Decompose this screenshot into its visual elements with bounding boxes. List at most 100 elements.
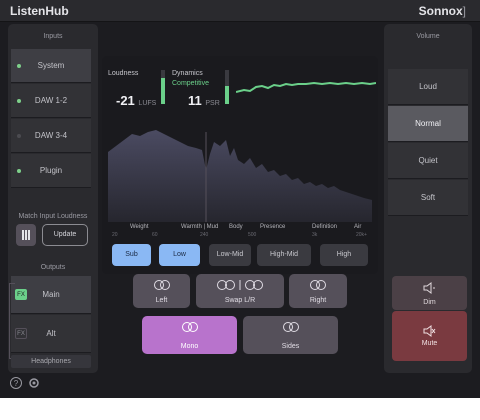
filter-high-mid-button[interactable]: High-Mid [257, 244, 311, 266]
filter-label: Low-Mid [216, 251, 244, 258]
spectrum-graph [108, 130, 372, 222]
volume-option-label: Normal [415, 118, 441, 128]
sides-icon [282, 322, 299, 332]
frequency-tick-label: 60 [152, 232, 158, 238]
frequency-tick-label: 500 [248, 232, 257, 238]
dynamics-readout: 11 PSR [188, 93, 220, 108]
mono-button[interactable]: Mono [142, 316, 237, 354]
svg-text:?: ? [14, 379, 19, 388]
filter-high-button[interactable]: High [320, 244, 368, 266]
dynamics-meter [225, 70, 229, 104]
output-bracket [9, 283, 15, 359]
dynamics-status: Competitive [172, 80, 209, 87]
settings-button[interactable] [27, 376, 41, 390]
filter-low-mid-button[interactable]: Low-Mid [209, 244, 251, 266]
help-icon: ? [10, 377, 22, 389]
volume-loud[interactable]: Loud [388, 69, 468, 105]
volume-soft[interactable]: Soft [388, 180, 468, 216]
title-bar: ListenHub Sonnox] [0, 0, 480, 22]
input-label: DAW 3-4 [34, 130, 68, 140]
inputs-label: Inputs [43, 33, 63, 40]
mute-button[interactable]: Mute [392, 311, 467, 361]
dynamics-unit: PSR [205, 100, 220, 107]
dynamics-history-line [236, 81, 376, 93]
speaker-mute-icon [423, 325, 436, 337]
volume-label: Volume [416, 33, 440, 40]
update-button[interactable]: Update [42, 224, 88, 246]
volume-option-label: Soft [420, 192, 436, 202]
filter-low-button[interactable]: Low [159, 244, 200, 266]
loudness-readout: -21 LUFS [116, 93, 156, 108]
bars-icon [22, 230, 30, 240]
dynamics-meter-fill [225, 86, 229, 104]
input-plugin[interactable]: Plugin [11, 154, 91, 188]
volume-quiet[interactable]: Quiet [388, 143, 468, 179]
band-label: Air [354, 224, 362, 230]
help-button[interactable]: ? [9, 376, 23, 390]
spectrum-area [108, 130, 372, 222]
output-label: Main [42, 289, 60, 299]
band-label: Definition [312, 224, 338, 230]
brand-logo: Sonnox] [419, 4, 466, 18]
update-label: Update [53, 231, 77, 238]
frequency-tick-label: 3k [312, 232, 318, 238]
frequency-tick-label: 240 [200, 232, 209, 238]
loudness-label: Loudness [108, 70, 139, 77]
swap-lr-label: Swap L/R [224, 297, 256, 304]
mono-label: Mono [180, 343, 199, 350]
filter-label: High-Mid [269, 251, 298, 258]
band-label: Presence [260, 224, 286, 230]
loudness-meter-fill [161, 78, 165, 104]
band-label: Warmth | Mud [181, 224, 219, 230]
loudness-value: -21 [116, 93, 135, 108]
filter-row: Sub Low Low-Mid High-Mid High [112, 244, 372, 266]
input-system[interactable]: System [11, 49, 91, 83]
input-label: DAW 1-2 [34, 95, 68, 105]
volume-option-label: Loud [419, 81, 437, 91]
frequency-tick-label: 20k+ [356, 232, 367, 238]
input-daw-1-2[interactable]: DAW 1-2 [11, 84, 91, 118]
loudness-meter-button[interactable] [16, 224, 36, 246]
loudness-unit: LUFS [138, 100, 157, 107]
volume-normal[interactable]: Normal [388, 106, 468, 142]
input-label: Plugin [39, 165, 63, 175]
speakers-icon [310, 280, 326, 290]
filter-label: Sub [125, 251, 138, 258]
left-label: Left [155, 297, 168, 304]
frequency-tick-label: 20 [112, 232, 118, 238]
output-alt[interactable]: FX Alt [11, 315, 91, 353]
mute-label: Mute [421, 340, 438, 347]
sides-button[interactable]: Sides [243, 316, 338, 354]
filter-label: High [336, 251, 352, 258]
mono-icon [181, 322, 198, 332]
output-label: Alt [46, 328, 56, 338]
input-daw-3-4[interactable]: DAW 3-4 [11, 119, 91, 153]
dim-label: Dim [423, 299, 436, 306]
right-button[interactable]: Right [289, 274, 347, 308]
match-loudness-label: Match Input Loudness [18, 213, 88, 220]
outputs-label: Outputs [40, 264, 66, 271]
dynamics-label: Dynamics [172, 70, 203, 77]
output-main[interactable]: FX Main [11, 276, 91, 314]
analyzer-panel: Loudness -21 LUFS Dynamics Competitive 1… [102, 56, 378, 274]
filter-label: Low [173, 251, 186, 258]
dynamics-value: 11 [188, 93, 202, 108]
dynamics-history-graph [236, 81, 376, 93]
app-window: Inputs System DAW 1-2 DAW 3-4 Plugin Match … [0, 22, 480, 398]
volume-panel: Volume Loud Normal Quiet Soft Dim Mute [384, 24, 472, 373]
filter-sub-button[interactable]: Sub [112, 244, 151, 266]
swap-speakers-icon [217, 280, 263, 290]
swap-lr-button[interactable]: Swap L/R [196, 274, 284, 308]
volume-option-label: Quiet [418, 155, 438, 165]
loudness-meter [161, 70, 165, 104]
right-label: Right [309, 297, 327, 304]
speaker-dim-icon [423, 282, 435, 294]
headphones-label: Headphones [31, 358, 71, 365]
app-title: ListenHub [10, 4, 69, 18]
brand-name: Sonnox [418, 4, 463, 18]
band-label: Weight [130, 224, 149, 230]
dim-button[interactable]: Dim [392, 276, 467, 310]
headphones-button[interactable]: Headphones [11, 355, 91, 368]
band-label: Body [229, 224, 243, 230]
left-button[interactable]: Left [133, 274, 190, 308]
